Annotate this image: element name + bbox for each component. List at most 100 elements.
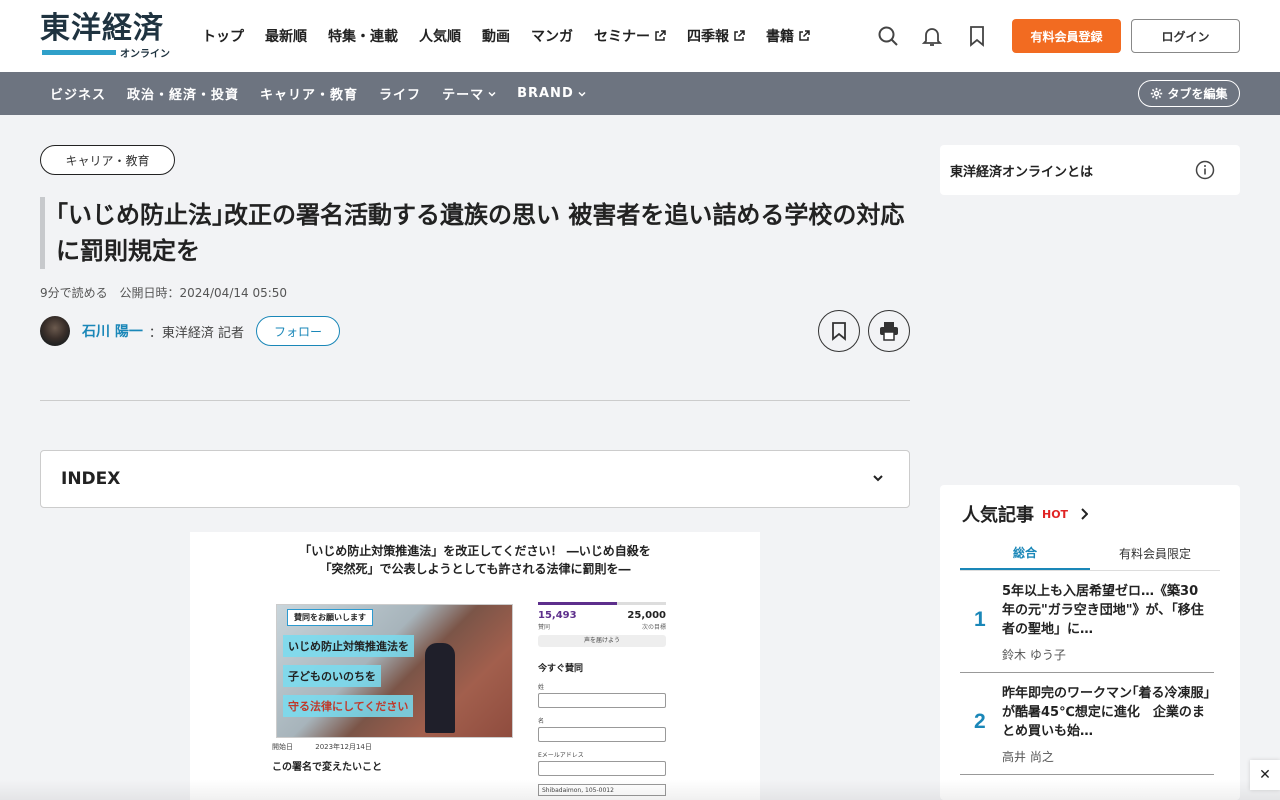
hot-badge: HOT (1042, 507, 1069, 521)
title-accent-bar (40, 197, 45, 269)
author-affiliation: ：東洋経済 記者 (148, 325, 245, 341)
popular-item[interactable]: 2 昨年即完のワークマン｢着る冷凍服｣が酷暑45℃想定に進化 企業のまとめ買いも… (960, 674, 1214, 775)
bell-icon[interactable] (920, 24, 944, 48)
popular-author: 鈴木 ゆう子 (1002, 648, 1066, 662)
nav-item-seminar[interactable]: セミナー (594, 24, 666, 48)
author-name[interactable]: 石川 陽一 (82, 321, 143, 341)
about-card[interactable]: 東洋経済オンラインとは (940, 145, 1240, 195)
category-item-business[interactable]: ビジネス (50, 84, 106, 103)
field-label: 名 (538, 718, 545, 725)
publish-date: 公開日時：2024/04/14 05:50 (119, 286, 288, 300)
main-nav: トップ 最新順 特集・連載 人気順 動画 マンガ セミナー 四季報 書籍 (202, 24, 831, 48)
category-label: テーマ (442, 88, 485, 103)
author-avatar[interactable] (40, 316, 70, 346)
chevron-down-icon (488, 91, 496, 97)
category-label: BRAND (517, 86, 574, 101)
site-header: 東洋経済 オンライン トップ 最新順 特集・連載 人気順 動画 マンガ セミナー… (0, 0, 1280, 72)
start-date: 2023年12月14日 (315, 743, 372, 751)
read-time: 9分で読める (40, 286, 108, 300)
article-category-tag[interactable]: キャリア・教育 (40, 145, 175, 175)
popular-tabs: 総合 有料会員限定 (960, 537, 1220, 571)
tab-members-only[interactable]: 有料会員限定 (1090, 537, 1220, 570)
popular-rank: 2 (974, 710, 986, 733)
edit-tabs-label: タブを編集 (1167, 87, 1228, 101)
share-voice: 声を届けよう (538, 635, 666, 647)
about-label: 東洋経済オンラインとは (950, 165, 1094, 180)
close-overlay-button[interactable]: ✕ (1250, 760, 1280, 790)
gear-icon (1151, 87, 1163, 100)
nav-item-label: トップ (202, 29, 244, 45)
nav-item-label: 書籍 (766, 29, 794, 45)
popular-title[interactable]: 人気記事 HOT (962, 501, 1089, 527)
category-nav: ビジネス 政治・経済・投資 キャリア・教育 ライフ テーマ BRAND タブを編… (0, 72, 1280, 115)
printer-icon (880, 322, 898, 341)
nav-item-label: マンガ (531, 29, 573, 45)
nav-item-video[interactable]: 動画 (482, 24, 510, 48)
first-name-field (538, 727, 666, 742)
popular-author: 高井 尚之 (1002, 750, 1054, 764)
external-link-icon (734, 30, 745, 41)
signature-count: 15,493 (538, 610, 577, 621)
image-headline-2: 「突然死」で公表しようとしても許される法律に罰則を― (319, 562, 631, 576)
signature-progress-fill (538, 602, 618, 605)
info-icon[interactable] (1195, 160, 1215, 180)
tab-overall[interactable]: 総合 (960, 537, 1090, 570)
bookmark-icon (832, 322, 846, 341)
nav-item-top[interactable]: トップ (202, 24, 244, 48)
nav-item-books[interactable]: 書籍 (766, 24, 810, 48)
login-button[interactable]: ログイン (1131, 19, 1240, 53)
nav-item-popular[interactable]: 人気順 (419, 24, 461, 48)
category-label: ビジネス (50, 88, 107, 103)
email-field (538, 761, 666, 776)
category-label: キャリア・教育 (260, 88, 359, 103)
category-item-theme[interactable]: テーマ (442, 84, 496, 103)
external-link-icon (655, 30, 666, 41)
article-image: 「いじめ防止対策推進法」を改正してください！ ―いじめ自殺を 「突然死」で公表し… (190, 532, 760, 800)
section-divider (40, 400, 910, 401)
nav-item-label: 最新順 (265, 29, 307, 45)
signature-progress (538, 602, 666, 605)
petition-line: 子どものいのちを (283, 665, 381, 687)
petition-tag: 賛同をお願いします (287, 609, 373, 626)
popular-title-label: 人気記事 (962, 505, 1034, 526)
register-button[interactable]: 有料会員登録 (1012, 19, 1121, 53)
field-label: 姓 (538, 684, 545, 691)
follow-button[interactable]: フォロー (256, 316, 341, 346)
chevron-down-icon (873, 475, 883, 482)
search-icon[interactable] (876, 24, 900, 48)
nav-item-label: 四季報 (687, 29, 729, 45)
category-label: 政治・経済・投資 (127, 88, 240, 103)
close-icon: ✕ (1259, 767, 1271, 783)
index-label: INDEX (61, 469, 121, 489)
nav-item-label: 特集・連載 (328, 29, 398, 45)
nav-item-manga[interactable]: マンガ (531, 24, 573, 48)
nav-item-features[interactable]: 特集・連載 (328, 24, 398, 48)
field-label: Eメールアドレス (538, 752, 584, 759)
popular-headline: 昨年即完のワークマン｢着る冷凍服｣が酷暑45℃想定に進化 企業のまとめ買いも始… (1002, 686, 1211, 739)
image-headline: 「いじめ防止対策推進法」を改正してください！ ―いじめ自殺を 「突然死」で公表し… (190, 542, 760, 578)
save-article-button[interactable] (818, 310, 860, 352)
category-item-career[interactable]: キャリア・教育 (260, 84, 358, 103)
nav-item-label: 人気順 (419, 29, 461, 45)
site-logo[interactable]: 東洋経済 オンライン (40, 12, 172, 61)
address-field: Shibadaimon, 105-0012 (538, 784, 666, 796)
category-item-brand[interactable]: BRAND (517, 86, 586, 101)
nav-item-label: セミナー (594, 29, 650, 45)
start-label: 開始日 (272, 743, 293, 751)
petition-subheading: この署名で変えたいこと (272, 762, 382, 773)
logo-sub-text: オンライン (120, 49, 170, 60)
bookmark-icon[interactable] (965, 24, 989, 48)
popular-item[interactable]: 1 5年以上も入居希望ゼロ…《築30年の元"ガラ空き団地"》が、「移住者の聖地」… (960, 572, 1214, 673)
print-button[interactable] (868, 310, 910, 352)
petition-line: いじめ防止対策推進法を (283, 635, 414, 657)
article-index[interactable]: INDEX (40, 450, 910, 508)
nav-item-shikiho[interactable]: 四季報 (687, 24, 745, 48)
author-row: 石川 陽一 ：東洋経済 記者 フォロー (40, 316, 341, 346)
category-item-politics[interactable]: 政治・経済・投資 (127, 84, 239, 103)
logo-bar (42, 50, 116, 55)
category-item-life[interactable]: ライフ (379, 84, 421, 103)
edit-tabs-button[interactable]: タブを編集 (1138, 80, 1240, 107)
signature-count-label: 賛同 (538, 624, 551, 631)
nav-item-latest[interactable]: 最新順 (265, 24, 307, 48)
signature-goal-label: 次の目標 (641, 624, 666, 631)
